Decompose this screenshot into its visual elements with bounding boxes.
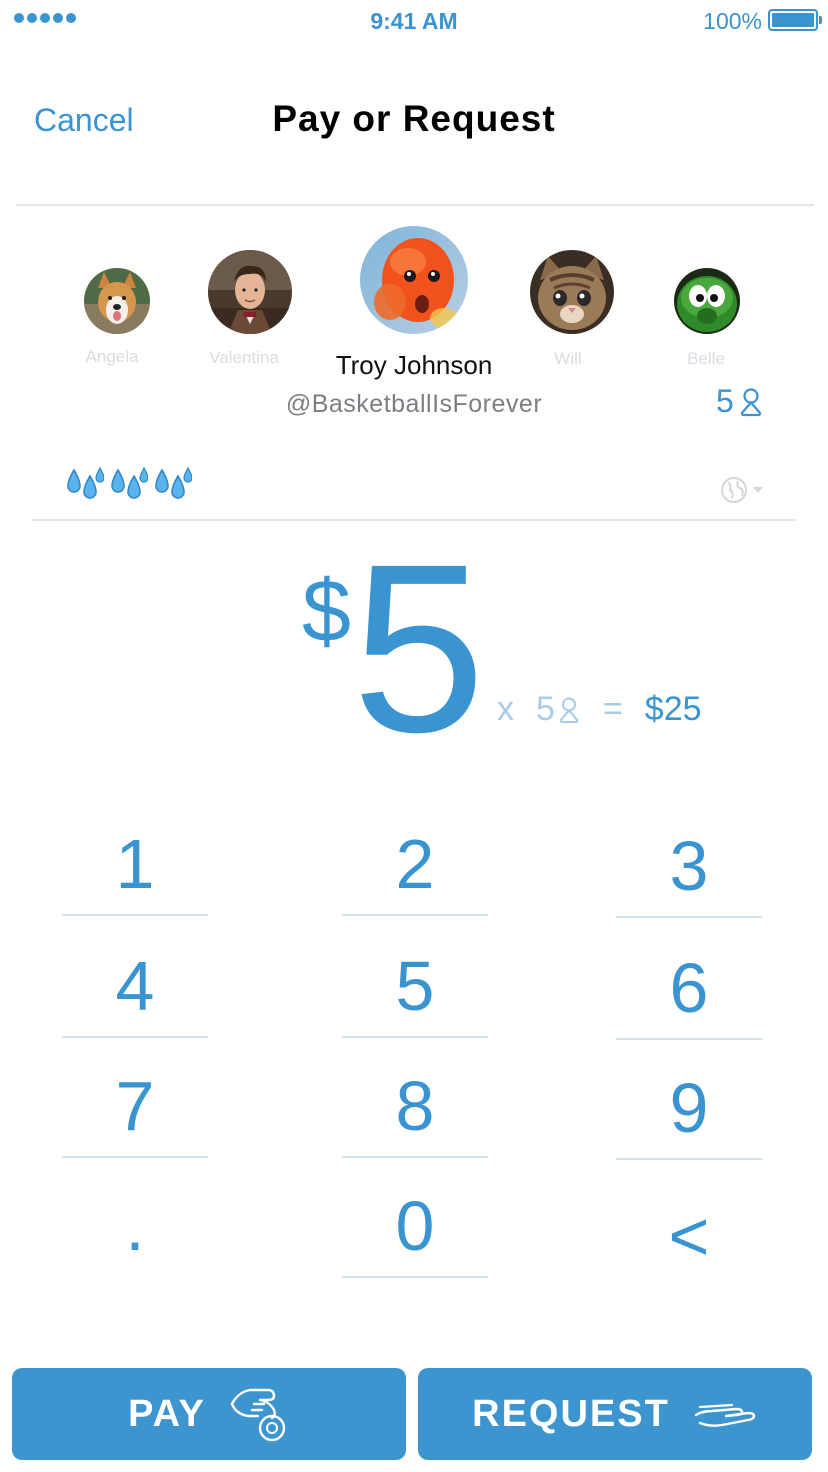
keypad-key-8[interactable]: 8 bbox=[342, 1048, 488, 1158]
request-label: REQUEST bbox=[472, 1392, 670, 1435]
status-bar: 9:41 AM 100% bbox=[0, 0, 828, 42]
key-label: 6 bbox=[669, 949, 709, 1027]
hand-giving-coin-icon bbox=[230, 1388, 286, 1442]
goldfish-avatar-icon bbox=[360, 226, 468, 334]
avatar-valentina[interactable] bbox=[208, 250, 292, 334]
keypad-key-backspace[interactable]: < bbox=[616, 1178, 762, 1288]
person-icon bbox=[740, 387, 761, 416]
recipient-count: 5 bbox=[716, 383, 734, 419]
corgi-dog-avatar-icon bbox=[84, 268, 150, 334]
key-label: 8 bbox=[395, 1067, 435, 1145]
page-title: Pay or Request bbox=[272, 98, 556, 139]
sweat-droplets-icon bbox=[111, 466, 148, 499]
keypad-key-5[interactable]: 5 bbox=[342, 928, 488, 1038]
man-avatar-icon bbox=[208, 250, 292, 334]
keypad-key-0[interactable]: 0 bbox=[342, 1168, 488, 1278]
keypad-key-3[interactable]: 3 bbox=[616, 808, 762, 918]
person-icon bbox=[559, 696, 579, 723]
sweat-droplets-icon bbox=[67, 466, 104, 499]
chevron-down-icon bbox=[753, 487, 763, 493]
key-label: < bbox=[668, 1197, 710, 1275]
key-label: 3 bbox=[669, 827, 709, 905]
battery-icon bbox=[768, 9, 822, 31]
currency-symbol: $ bbox=[302, 561, 351, 660]
multiplier: 5 bbox=[536, 690, 581, 729]
keypad-key-6[interactable]: 6 bbox=[616, 930, 762, 1040]
pay-label: PAY bbox=[128, 1392, 206, 1435]
avatar-angela[interactable] bbox=[84, 268, 150, 334]
green-cartoon-avatar-icon bbox=[674, 268, 740, 334]
header-divider bbox=[16, 204, 814, 206]
avatar-belle[interactable] bbox=[674, 268, 740, 334]
recipient-count-button[interactable]: 5 bbox=[716, 383, 764, 420]
keypad-key-2[interactable]: 2 bbox=[342, 806, 488, 916]
amount-value: 5 bbox=[352, 514, 486, 782]
keypad-key-1[interactable]: 1 bbox=[62, 806, 208, 916]
selected-recipient-handle: @BasketballIsForever bbox=[285, 390, 543, 418]
keypad-key-7[interactable]: 7 bbox=[62, 1048, 208, 1158]
battery-percentage: 100% bbox=[703, 8, 762, 34]
multiplier-count: 5 bbox=[536, 690, 555, 728]
keypad-key-9[interactable]: 9 bbox=[616, 1050, 762, 1160]
request-button[interactable]: REQUEST bbox=[418, 1368, 812, 1460]
key-label: 4 bbox=[115, 947, 155, 1025]
key-label: . bbox=[125, 1187, 145, 1265]
payment-note[interactable] bbox=[64, 466, 192, 502]
key-label: 0 bbox=[395, 1187, 435, 1265]
split-calculation: x 5 = $25 bbox=[497, 690, 702, 729]
pay-button[interactable]: PAY bbox=[12, 1368, 406, 1460]
equals-sign: = bbox=[602, 690, 623, 728]
open-hand-icon bbox=[694, 1403, 756, 1427]
key-label: 5 bbox=[395, 947, 435, 1025]
selected-recipient-name: Troy Johnson bbox=[335, 350, 493, 380]
keypad-key-decimal[interactable]: . bbox=[62, 1168, 208, 1278]
avatar-will[interactable] bbox=[530, 250, 614, 334]
globe-icon bbox=[721, 477, 747, 503]
keypad-key-4[interactable]: 4 bbox=[62, 928, 208, 1038]
privacy-selector[interactable] bbox=[720, 476, 764, 504]
multiply-sign: x bbox=[497, 690, 514, 728]
key-label: 9 bbox=[669, 1069, 709, 1147]
key-label: 2 bbox=[395, 825, 435, 903]
total-amount: $25 bbox=[644, 690, 702, 728]
key-label: 1 bbox=[115, 825, 155, 903]
avatar-troy-johnson-selected[interactable] bbox=[360, 226, 468, 334]
key-label: 7 bbox=[115, 1067, 155, 1145]
tabby-cat-avatar-icon bbox=[530, 250, 614, 334]
sweat-droplets-icon bbox=[155, 466, 192, 499]
